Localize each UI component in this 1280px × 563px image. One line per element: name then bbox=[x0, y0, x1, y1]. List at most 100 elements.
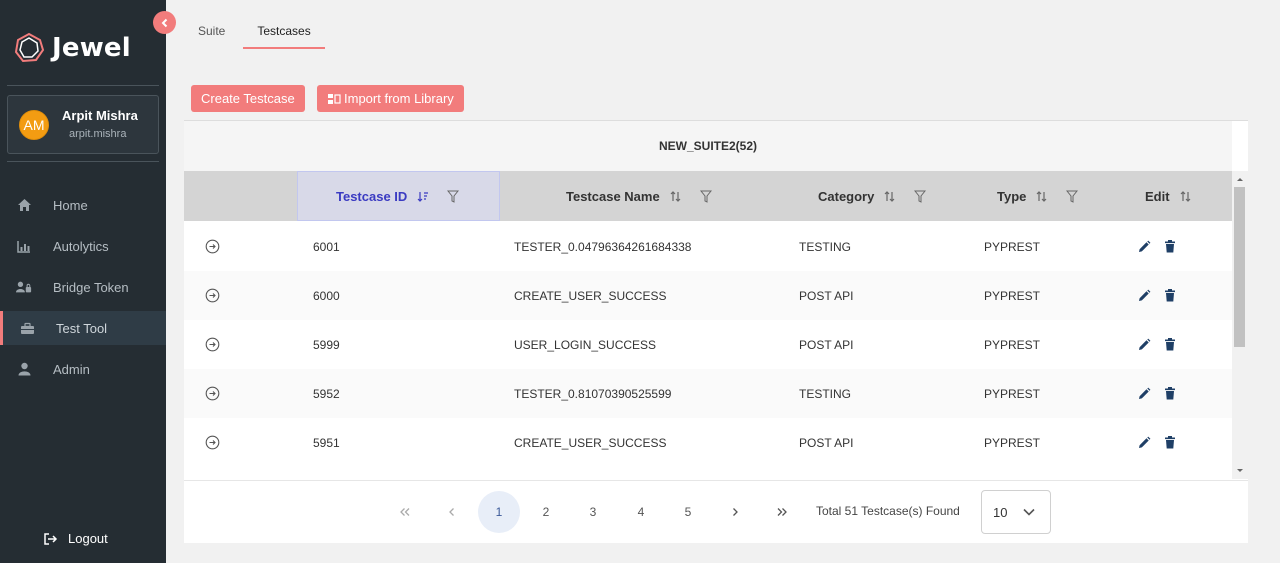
create-testcase-button[interactable]: Create Testcase bbox=[191, 85, 305, 112]
create-testcase-label: Create Testcase bbox=[201, 91, 295, 106]
per-page-select[interactable]: 10 bbox=[981, 490, 1051, 534]
testcase-name: USER_LOGIN_SUCCESS bbox=[514, 337, 657, 352]
table-header: Testcase ID Testcase Name Category Type … bbox=[184, 171, 1232, 221]
delete-icon[interactable] bbox=[1164, 418, 1176, 467]
testcase-category: TESTING bbox=[799, 386, 852, 401]
user-card[interactable]: AM Arpit Mishra arpit.mishra bbox=[7, 95, 159, 154]
tab-bar: Suite Testcases bbox=[184, 18, 325, 49]
table-row[interactable]: 5951 CREATE_USER_SUCCESS POST API PYPRES… bbox=[184, 418, 1232, 467]
edit-icon[interactable] bbox=[1137, 369, 1151, 418]
import-icon bbox=[328, 93, 341, 104]
testcase-category: POST API bbox=[799, 337, 854, 352]
page-button-4[interactable]: 4 bbox=[620, 491, 662, 533]
column-header-type[interactable]: Type bbox=[997, 171, 1079, 221]
double-chevron-left-icon bbox=[400, 508, 410, 516]
delete-icon[interactable] bbox=[1164, 320, 1176, 369]
total-count: Total 51 Testcase(s) Found bbox=[816, 504, 960, 518]
sidebar-nav: Home Autolytics Bridge Token Test Tool A… bbox=[0, 188, 166, 393]
chevron-down-icon bbox=[1023, 508, 1035, 516]
page-button-1[interactable]: 1 bbox=[478, 491, 520, 533]
delete-icon[interactable] bbox=[1164, 222, 1176, 271]
open-testcase-icon[interactable] bbox=[205, 271, 220, 320]
edit-icon[interactable] bbox=[1137, 271, 1151, 320]
scroll-thumb[interactable] bbox=[1234, 187, 1245, 347]
scroll-up-icon[interactable] bbox=[1232, 173, 1248, 185]
filter-icon[interactable] bbox=[1066, 190, 1079, 203]
sidebar-item-home[interactable]: Home bbox=[0, 188, 166, 222]
testcase-id: 6000 bbox=[313, 288, 340, 303]
testcase-category: POST API bbox=[799, 288, 854, 303]
logout-button[interactable]: Logout bbox=[44, 531, 108, 546]
sort-desc-icon[interactable] bbox=[417, 191, 429, 202]
testcase-table-panel: NEW_SUITE2(52) Testcase ID Testcase Name… bbox=[184, 120, 1248, 543]
edit-icon[interactable] bbox=[1137, 418, 1151, 467]
sidebar-item-label: Bridge Token bbox=[53, 279, 129, 295]
toolbox-icon bbox=[19, 320, 35, 336]
chevron-left-icon bbox=[449, 508, 454, 516]
sidebar-item-label: Autolytics bbox=[53, 238, 109, 254]
page-button-2[interactable]: 2 bbox=[525, 491, 567, 533]
column-label: Edit bbox=[1145, 188, 1170, 204]
column-label: Type bbox=[997, 188, 1027, 204]
testcase-type: PYPREST bbox=[984, 288, 1041, 303]
tab-suite[interactable]: Suite bbox=[184, 18, 239, 49]
column-label: Category bbox=[818, 188, 875, 204]
prev-page-button[interactable] bbox=[431, 491, 473, 533]
avatar: AM bbox=[19, 110, 49, 140]
testcase-id: 5951 bbox=[313, 435, 340, 450]
open-testcase-icon[interactable] bbox=[205, 369, 220, 418]
table-scrollbar[interactable] bbox=[1232, 171, 1248, 479]
column-header-testcase-name[interactable]: Testcase Name bbox=[566, 171, 712, 221]
filter-icon[interactable] bbox=[914, 190, 927, 203]
testcase-type: PYPREST bbox=[984, 435, 1041, 450]
open-testcase-icon[interactable] bbox=[205, 320, 220, 369]
next-page-button[interactable] bbox=[714, 491, 756, 533]
first-page-button[interactable] bbox=[384, 491, 426, 533]
testcase-id: 5999 bbox=[313, 337, 340, 352]
sidebar-item-test-tool[interactable]: Test Tool bbox=[0, 311, 166, 345]
testcase-name: CREATE_USER_SUCCESS bbox=[514, 435, 667, 450]
page-button-5[interactable]: 5 bbox=[667, 491, 709, 533]
double-chevron-right-icon bbox=[777, 508, 787, 516]
sort-icon[interactable] bbox=[670, 190, 682, 202]
column-header-edit[interactable]: Edit bbox=[1145, 171, 1192, 221]
sort-icon[interactable] bbox=[1180, 190, 1192, 202]
testcase-type: PYPREST bbox=[984, 239, 1041, 254]
sidebar-item-bridge-token[interactable]: Bridge Token bbox=[0, 270, 166, 304]
table-row[interactable]: 6000 CREATE_USER_SUCCESS POST API PYPRES… bbox=[184, 271, 1232, 320]
open-testcase-icon[interactable] bbox=[205, 222, 220, 271]
sidebar-item-label: Home bbox=[53, 197, 88, 213]
sidebar: Jewel AM Arpit Mishra arpit.mishra Home … bbox=[0, 0, 166, 563]
sort-icon[interactable] bbox=[1036, 190, 1048, 202]
delete-icon[interactable] bbox=[1164, 271, 1176, 320]
testcase-category: POST API bbox=[799, 435, 854, 450]
app-name: Jewel bbox=[52, 33, 131, 63]
edit-icon[interactable] bbox=[1137, 320, 1151, 369]
open-testcase-icon[interactable] bbox=[205, 418, 220, 467]
import-from-library-button[interactable]: Import from Library bbox=[317, 85, 464, 112]
sidebar-item-admin[interactable]: Admin bbox=[0, 352, 166, 386]
table-row[interactable]: 5952 TESTER_0.81070390525599 TESTING PYP… bbox=[184, 369, 1232, 418]
app-logo[interactable]: Jewel bbox=[13, 32, 131, 64]
user-handle: arpit.mishra bbox=[69, 128, 127, 140]
testcase-type: PYPREST bbox=[984, 386, 1041, 401]
column-header-testcase-id[interactable]: Testcase ID bbox=[297, 171, 500, 221]
last-page-button[interactable] bbox=[761, 491, 803, 533]
filter-icon[interactable] bbox=[447, 190, 460, 203]
sidebar-item-autolytics[interactable]: Autolytics bbox=[0, 229, 166, 263]
table-row[interactable]: 5999 USER_LOGIN_SUCCESS POST API PYPREST bbox=[184, 320, 1232, 369]
scroll-down-icon[interactable] bbox=[1232, 465, 1248, 477]
tab-testcases[interactable]: Testcases bbox=[243, 18, 325, 49]
sort-icon[interactable] bbox=[884, 190, 896, 202]
filter-icon[interactable] bbox=[699, 190, 712, 203]
delete-icon[interactable] bbox=[1164, 369, 1176, 418]
column-label: Testcase Name bbox=[566, 188, 660, 204]
chart-icon bbox=[16, 238, 32, 254]
page-button-3[interactable]: 3 bbox=[572, 491, 614, 533]
testcase-name: TESTER_0.81070390525599 bbox=[514, 386, 672, 401]
table-row[interactable]: 6001 TESTER_0.04796364261684338 TESTING … bbox=[184, 222, 1232, 271]
collapse-sidebar-button[interactable] bbox=[153, 11, 176, 34]
users-lock-icon bbox=[16, 279, 32, 295]
column-header-category[interactable]: Category bbox=[818, 171, 927, 221]
edit-icon[interactable] bbox=[1137, 222, 1151, 271]
